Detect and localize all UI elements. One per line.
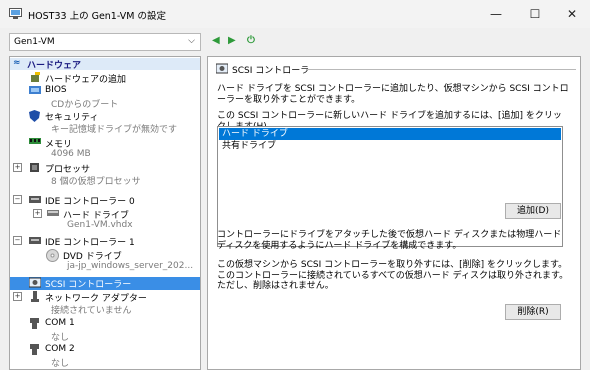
collapse-icon[interactable]: ≈ [13,58,21,68]
close-button[interactable]: ✕ [557,4,587,24]
tree-item-ide-controller-0[interactable]: − IDE コントローラー 0 [10,194,200,207]
drive-type-list[interactable]: ハード ドライブ 共有ドライブ [217,126,563,247]
ide-controller-icon [29,196,41,203]
tree-item-security[interactable]: セキュリティ キー記憶域ドライブが無効です [10,110,200,135]
chevron-down-icon: ⌵ [188,36,195,46]
ide-controller-icon [29,237,41,244]
memory-icon [29,138,41,144]
hard-drive-icon [47,210,59,216]
tree-item-com1[interactable]: COM 1 なし [10,318,200,343]
settings-panel: SCSI コントローラー ハード ドライブを SCSI コントローラーに追加した… [207,56,581,370]
scsi-controller-icon [216,63,228,74]
list-item-hard-drive[interactable]: ハード ドライブ [219,128,561,140]
tree-item-memory[interactable]: メモリ 4096 MB [10,137,200,161]
add-button[interactable]: 追加(D) [505,203,561,219]
collapse-icon[interactable]: − [13,236,22,245]
bios-icon [29,86,41,94]
hardware-header[interactable]: ≈ ハードウェア [10,58,200,71]
tree-item-processor[interactable]: + プロセッサ 8 個の仮想プロセッサ [10,162,200,187]
expand-icon[interactable]: + [13,292,22,301]
add-hardware-icon [31,72,40,82]
tree-item-com2[interactable]: COM 2 なし [10,344,200,369]
maximize-button[interactable]: ☐ [520,4,550,24]
scsi-controller-icon [29,277,41,288]
list-item-shared-drive[interactable]: 共有ドライブ [219,140,561,152]
dvd-icon [46,249,59,262]
expand-icon[interactable]: + [13,163,22,172]
minimize-button[interactable]: — [481,4,511,24]
title-bar: HOST33 上の Gen1-VM の設定 — ☐ ✕ [0,0,590,28]
attach-info-text: コントローラーにドライブをアタッチした後で仮想ハード ディスクまたは物理ハード … [217,230,562,251]
com-port-icon [30,318,39,329]
description-text: ハード ドライブを SCSI コントローラーに追加したり、仮想マシンから SCS… [217,84,569,105]
forward-arrow-icon[interactable]: ▶ [228,35,236,46]
com-port-icon [30,344,39,355]
tree-item-dvd-drive[interactable]: DVD ドライブ ja-jp_windows_server_202... [10,249,200,275]
tree-item-add-hardware[interactable]: ハードウェアの追加 [10,72,200,85]
vm-selector[interactable]: Gen1-VM ⌵ [9,33,201,51]
power-icon[interactable]: ⏻ [247,35,255,46]
hyperv-settings-icon [9,8,22,19]
shield-icon [29,110,40,122]
tree-item-hard-drive[interactable]: + ハード ドライブ Gen1-VM.vhdx [10,208,200,232]
tree-item-bios[interactable]: BIOS CDからのブート [10,85,200,110]
network-adapter-icon [31,291,39,302]
collapse-icon[interactable]: − [13,195,22,204]
tree-item-network-adapter[interactable]: + ネットワーク アダプター 接続されていません [10,291,200,316]
tree-item-ide-controller-1[interactable]: − IDE コントローラー 1 [10,235,200,248]
vm-selector-value: Gen1-VM [14,37,55,47]
section-divider [306,69,576,70]
window-title: HOST33 上の Gen1-VM の設定 [28,11,166,22]
delete-button[interactable]: 削除(R) [505,304,561,320]
back-arrow-icon[interactable]: ◀ [212,35,220,46]
expand-icon[interactable]: + [33,209,42,218]
settings-tree: ≈ ハードウェア ハードウェアの追加 BIOS CDからのブート セキュリティ … [9,56,201,370]
remove-info-text: この仮想マシンから SCSI コントローラーを取り外すには、[削除] をクリック… [217,260,569,291]
tree-item-scsi-controller[interactable]: SCSI コントローラー [10,277,200,290]
processor-icon [30,163,39,172]
